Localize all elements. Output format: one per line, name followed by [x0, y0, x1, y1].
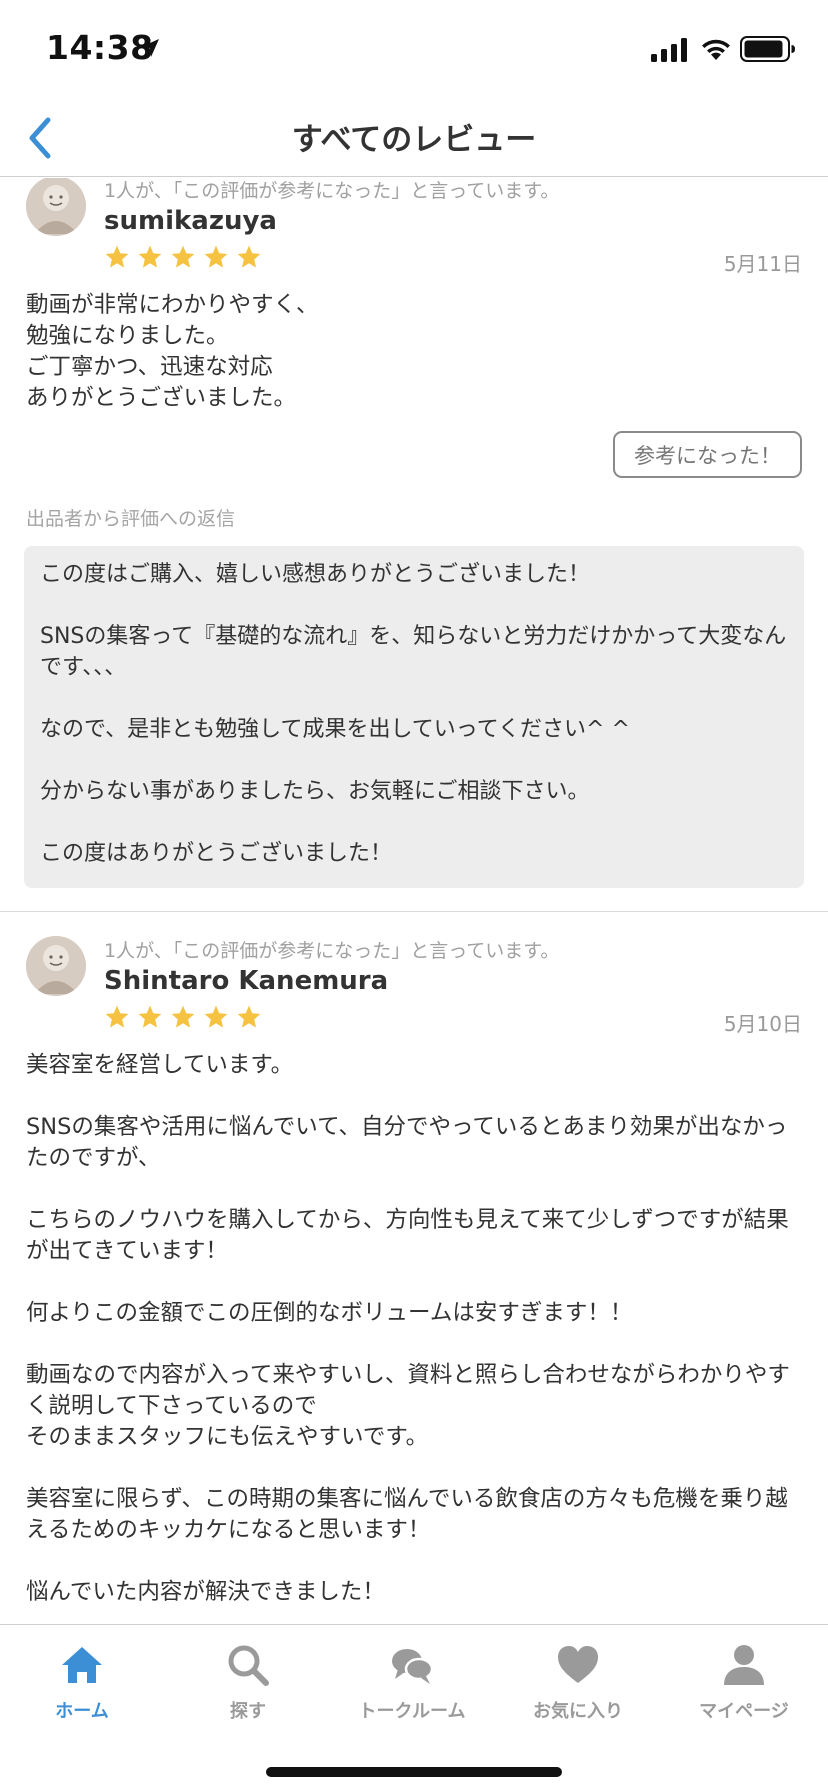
home-indicator[interactable] — [266, 1767, 562, 1777]
star-icon — [204, 1005, 228, 1028]
cellular-signal-icon — [651, 38, 687, 62]
tab-favorites[interactable]: お気に入り — [508, 1643, 648, 1733]
review-body: 美容室を経営しています。 SNSの集客や活用に悩んでいて、自分でやっているとあま… — [26, 1052, 790, 1605]
reviewer-name[interactable]: sumikazuya — [104, 206, 277, 236]
helpful-count-note: 1人が、「この評価が参考になった」と言っています。 — [104, 180, 560, 202]
tab-my-page[interactable]: マイページ — [674, 1643, 814, 1733]
tab-label: ホーム — [55, 1701, 109, 1722]
tab-search[interactable]: 探す — [178, 1643, 318, 1733]
star-icon — [204, 245, 228, 268]
status-bar: 14:38 — [0, 0, 828, 100]
wifi-icon — [702, 39, 730, 60]
star-icon — [138, 245, 162, 268]
star-icon — [171, 245, 195, 268]
star-rating — [104, 1004, 262, 1034]
review-list[interactable]: 1人が、「この評価が参考になった」と言っています。 sumikazuya 5月1… — [0, 178, 828, 1624]
review-date: 5月11日 — [723, 252, 802, 276]
star-icon — [105, 245, 129, 268]
avatar-icon[interactable] — [26, 936, 86, 996]
page-title: すべてのレビュー — [291, 122, 537, 158]
person-icon — [724, 1645, 764, 1685]
seller-reply-label: 出品者から評価への返信 — [26, 508, 236, 530]
tab-label: お気に入り — [533, 1701, 623, 1722]
location-arrow-icon — [141, 39, 159, 57]
helpful-button[interactable]: 参考になった！ — [613, 431, 802, 478]
heart-icon — [558, 1646, 598, 1683]
navigation-bar: すべてのレビュー — [0, 100, 828, 177]
star-icon — [138, 1005, 162, 1028]
seller-reply: この度はご購入、嬉しい感想ありがとうございました！ SNSの集客って『基礎的な流… — [24, 546, 804, 888]
review-body: 動画が非常にわかりやすく、 勉強になりました。 ご丁寧かつ、迅速な対応 ありがと… — [26, 292, 319, 411]
star-icon — [237, 245, 261, 268]
star-icon — [171, 1005, 195, 1028]
home-icon — [62, 1647, 102, 1683]
avatar-icon[interactable] — [26, 178, 86, 236]
review-card: 1人が、「この評価が参考になった」と言っています。 Shintaro Kanem… — [0, 912, 828, 1624]
star-icon — [237, 1005, 261, 1028]
tab-talk-room[interactable]: トークルーム — [342, 1643, 482, 1733]
tab-home[interactable]: ホーム — [12, 1643, 152, 1733]
star-rating — [104, 244, 262, 274]
reviewer-name[interactable]: Shintaro Kanemura — [104, 966, 388, 996]
chat-icon — [392, 1649, 434, 1684]
tab-label: マイページ — [699, 1701, 789, 1722]
review-card: 1人が、「この評価が参考になった」と言っています。 sumikazuya 5月1… — [0, 178, 828, 912]
helpful-count-note: 1人が、「この評価が参考になった」と言っています。 — [104, 940, 560, 962]
tab-label: 探す — [230, 1701, 266, 1722]
star-icon — [105, 1005, 129, 1028]
review-date: 5月10日 — [723, 1012, 802, 1036]
battery-icon — [740, 36, 795, 62]
search-icon — [228, 1645, 269, 1686]
tab-label: トークルーム — [358, 1701, 466, 1722]
